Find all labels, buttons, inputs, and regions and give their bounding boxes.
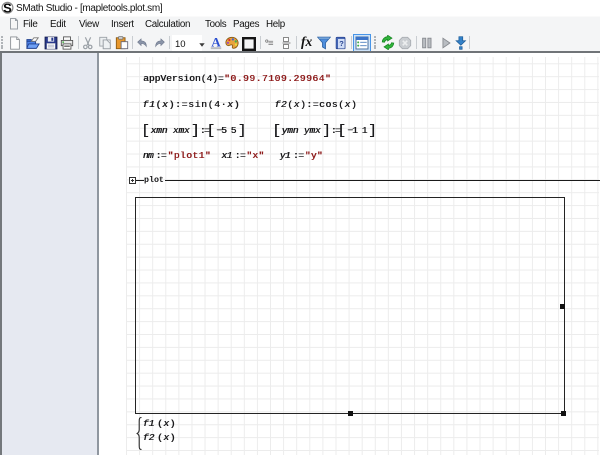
svg-text:S: S: [3, 1, 12, 14]
svg-text:?: ?: [339, 39, 344, 48]
